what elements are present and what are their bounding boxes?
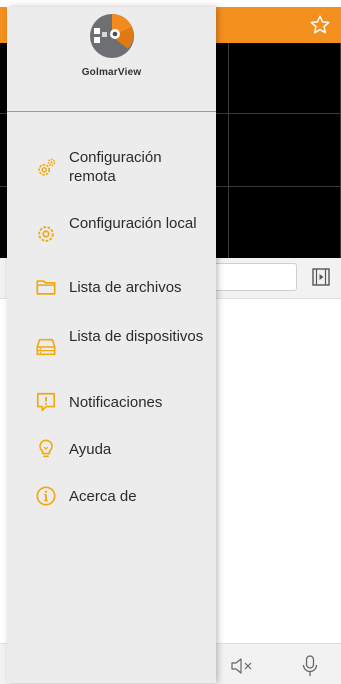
- menu-item-label: Notificaciones: [69, 394, 163, 411]
- drawer-header: GolmarView: [7, 7, 216, 112]
- menu-item-device-list[interactable]: Lista de dispositivos: [7, 325, 216, 369]
- golmarview-logo-icon: [90, 14, 134, 58]
- menu-item-notifications[interactable]: Notificaciones: [7, 390, 216, 414]
- lightbulb-icon: [39, 439, 53, 458]
- microphone-icon[interactable]: [300, 654, 320, 678]
- menu-item-label: Lista de dispositivos: [69, 328, 204, 345]
- device-list-icon: [36, 338, 56, 356]
- speaker-mute-icon[interactable]: [230, 658, 254, 674]
- grid-divider: [228, 43, 229, 258]
- menu-item-label: Lista de archivos: [69, 279, 182, 296]
- gear-icon: [38, 226, 54, 242]
- menu-item-file-list[interactable]: Lista de archivos: [7, 275, 216, 299]
- video-clip-icon[interactable]: [311, 267, 331, 287]
- info-icon: [36, 486, 56, 506]
- notification-icon: [36, 392, 56, 412]
- menu-item-remote-config[interactable]: Configuración remota: [7, 146, 216, 190]
- menu-item-label: Acerca de: [69, 488, 137, 505]
- menu-item-about[interactable]: Acerca de: [7, 484, 216, 508]
- menu-item-help[interactable]: Ayuda: [7, 437, 216, 461]
- menu-item-label: Configuración local: [69, 215, 197, 232]
- menu-item-label: Ayuda: [69, 441, 112, 458]
- menu-item-label: Configuración remota: [69, 149, 162, 185]
- remote-settings-icon: [38, 158, 56, 176]
- brand-name: GolmarView: [81, 67, 142, 78]
- star-icon[interactable]: [309, 14, 331, 36]
- folder-icon: [36, 280, 56, 295]
- menu-item-local-config[interactable]: Configuración local: [7, 212, 216, 256]
- navigation-drawer: GolmarView Configuración remota Configur…: [7, 7, 216, 683]
